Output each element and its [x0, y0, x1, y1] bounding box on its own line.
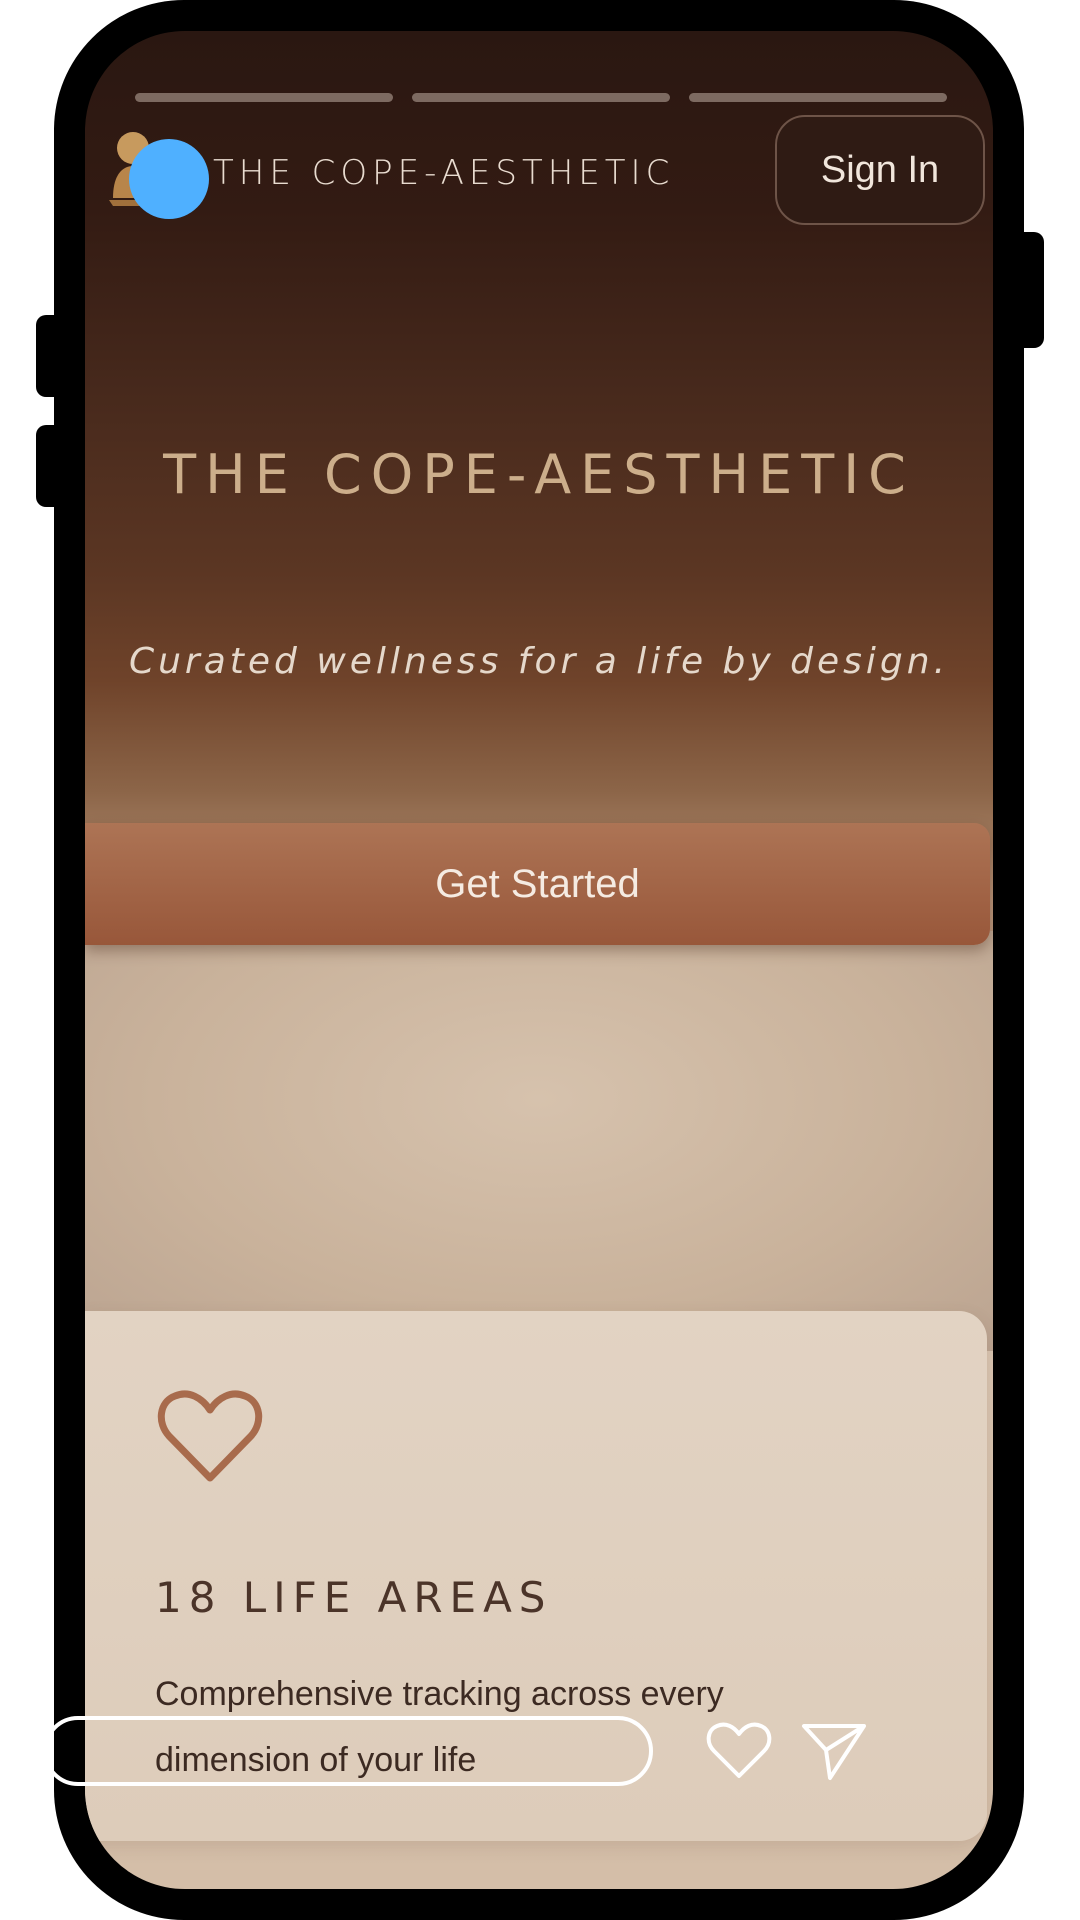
story-progress-segment-3	[689, 93, 947, 102]
heart-outline-icon[interactable]	[706, 1720, 772, 1780]
send-icon[interactable]	[800, 1720, 868, 1782]
phone-screen: THE COPE-AESTHETIC Sign In THE COPE-AEST…	[85, 31, 993, 1889]
story-progress-segment-2	[412, 93, 670, 102]
heart-icon	[155, 1386, 265, 1486]
sign-in-button[interactable]: Sign In	[775, 115, 985, 225]
brand-name: THE COPE-AESTHETIC	[213, 153, 675, 193]
get-started-button[interactable]: Get Started	[85, 823, 990, 945]
hero-title: THE COPE-AESTHETIC	[163, 443, 915, 506]
hero-subtitle: Curated wellness for a life by design.	[128, 641, 950, 682]
story-progress-segment-1	[135, 93, 393, 102]
feature-title: 18 LIFE AREAS	[155, 1573, 553, 1622]
reply-input[interactable]	[43, 1716, 653, 1786]
hero-background-lower	[85, 931, 993, 1351]
touch-indicator	[129, 139, 209, 219]
